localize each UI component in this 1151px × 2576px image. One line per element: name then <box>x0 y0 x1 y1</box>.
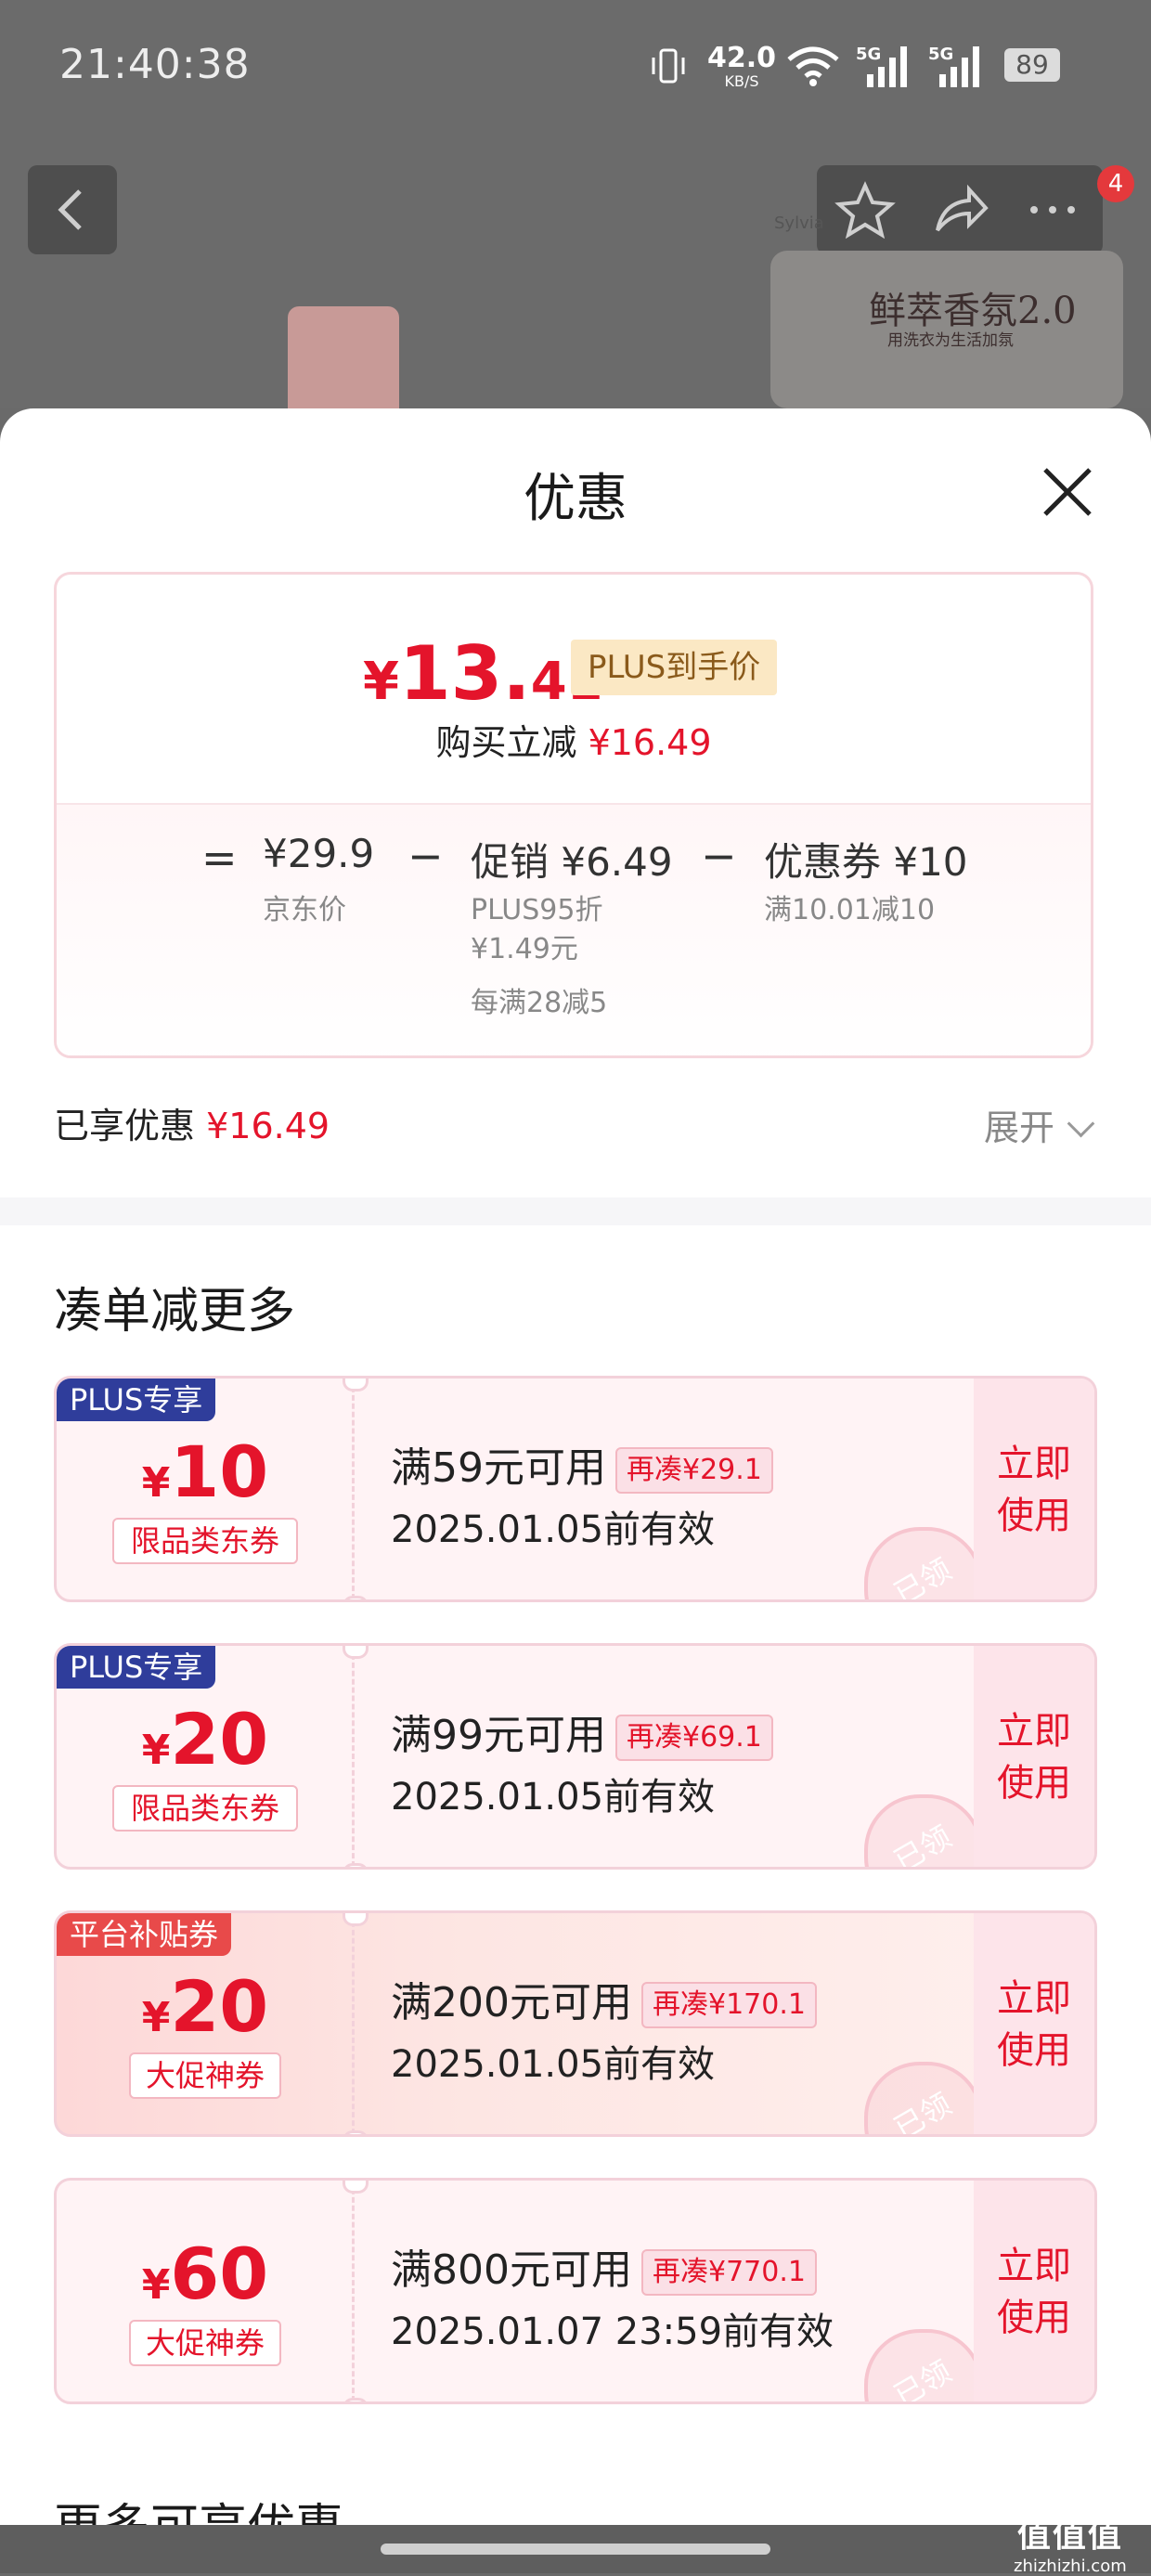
share-icon[interactable] <box>928 178 991 241</box>
status-time: 21:40:38 <box>59 41 251 88</box>
coupon-condition: 满99元可用 再凑¥69.1 <box>391 1702 773 1761</box>
battery-indicator: 89 <box>1004 48 1060 82</box>
coupon-validity: 2025.01.05前有效 <box>391 1508 716 1551</box>
notch <box>343 2398 369 2401</box>
home-indicator[interactable] <box>381 2544 770 2555</box>
promo-banner: Sylvia 鲜萃香氛2.0 用洗衣为生活加氛 <box>770 214 1123 408</box>
coupon-tag: PLUS专享 <box>57 1646 216 1689</box>
notch <box>343 2130 369 2134</box>
jd-price: ¥29.9 <box>263 831 375 876</box>
price-breakdown-card: ¥13.41 PLUS到手价 购买立减 ¥16.49 = ¥29.9 京东价 −… <box>54 572 1093 1058</box>
notch <box>343 1646 369 1659</box>
notch <box>343 1379 369 1392</box>
section-divider <box>0 1197 1151 1225</box>
coupon-validity: 2025.01.07 23:59前有效 <box>391 2311 834 2353</box>
watermark: 值值值 zhizhizhi.com <box>1014 2517 1127 2576</box>
notch <box>343 1913 369 1926</box>
coupon-value: ¥60 <box>141 2233 269 2315</box>
banner-brand: Sylvia <box>774 214 824 233</box>
top-up-badge: 再凑¥170.1 <box>640 1982 817 2028</box>
final-price: ¥13.41 <box>363 630 603 717</box>
coupon-type: 限品类东券 <box>112 1518 298 1564</box>
perforation <box>352 1913 355 2134</box>
use-now-button[interactable]: 立即使用 <box>974 1913 1094 2134</box>
coupon-card[interactable]: 平台补贴券 ¥20 大促神券 满200元可用 再凑¥170.1 2025.01.0… <box>54 1910 1097 2137</box>
svg-text:5G: 5G <box>928 45 953 64</box>
jd-price-label: 京东价 <box>263 894 346 926</box>
coupon-card[interactable]: PLUS专享 ¥20 限品类东券 满99元可用 再凑¥69.1 2025.01.0… <box>54 1643 1097 1870</box>
use-now-button[interactable]: 立即使用 <box>974 1379 1094 1599</box>
discount-sheet: 优惠 ¥13.41 PLUS到手价 购买立减 ¥16.49 = ¥29.9 京东… <box>0 408 1151 2556</box>
svg-text:5G: 5G <box>856 45 881 64</box>
coupon-type: 大促神券 <box>129 2320 281 2366</box>
notch <box>343 2181 369 2194</box>
promo-amount: 促销 ¥6.49 <box>471 839 673 885</box>
coupon-type: 大促神券 <box>129 2052 281 2099</box>
claimed-stamp: 已领 <box>864 2329 983 2401</box>
top-action-group <box>817 165 1103 254</box>
claimed-stamp: 已领 <box>864 1794 983 1867</box>
banner-subtitle: 用洗衣为生活加氛 <box>887 331 1014 350</box>
coupon-value: ¥10 <box>141 1430 269 1513</box>
favorite-star-icon[interactable] <box>834 178 897 241</box>
top-up-badge: 再凑¥29.1 <box>615 1447 773 1494</box>
coupon-type: 限品类东券 <box>112 1785 298 1832</box>
promo-detail-1: PLUS95折 <box>471 894 603 926</box>
notch <box>343 1596 369 1599</box>
coupon-card[interactable]: ¥60 大促神券 满800元可用 再凑¥770.1 2025.01.07 23:5… <box>54 2178 1097 2404</box>
product-image <box>288 306 399 408</box>
purchase-reduction: 购买立减 ¥16.49 <box>435 722 712 763</box>
chevron-down-icon[interactable] <box>1067 1109 1095 1138</box>
notch <box>343 1863 369 1867</box>
coupon-value: ¥20 <box>141 1698 269 1780</box>
top-up-badge: 再凑¥69.1 <box>615 1715 773 1761</box>
expand-toggle[interactable]: 展开 <box>984 1099 1054 1150</box>
perforation <box>352 1646 355 1867</box>
coupon-tag: PLUS专享 <box>57 1379 216 1421</box>
coupon-condition: 满59元可用 再凑¥29.1 <box>391 1434 773 1494</box>
sheet-title: 优惠 <box>524 469 627 529</box>
promo-detail-3: 每满28减5 <box>471 987 608 1019</box>
more-icon[interactable] <box>1021 178 1084 241</box>
signal-icon-2: 5G <box>928 45 979 87</box>
vibrate-icon <box>652 48 685 84</box>
section-title: 凑单减更多 <box>54 1284 296 1340</box>
perforation <box>352 2181 355 2401</box>
back-button[interactable] <box>28 165 117 254</box>
coupon-amount: 优惠券 ¥10 <box>764 839 968 885</box>
coupon-validity: 2025.01.05前有效 <box>391 2043 716 2086</box>
coupon-tag: 平台补贴券 <box>57 1913 232 1956</box>
coupon-condition: 满200元可用 再凑¥170.1 <box>391 1969 817 2028</box>
promo-detail-2: ¥1.49元 <box>471 933 578 965</box>
top-up-badge: 再凑¥770.1 <box>640 2249 817 2296</box>
coupon-card[interactable]: PLUS专享 ¥10 限品类东券 满59元可用 再凑¥29.1 2025.01.0… <box>54 1376 1097 1602</box>
signal-icon: 5G <box>856 45 907 87</box>
network-speed: 42.0 KB/S <box>707 42 777 90</box>
coupon-detail: 满10.01减10 <box>764 894 936 926</box>
claimed-stamp: 已领 <box>864 2062 983 2134</box>
close-icon[interactable] <box>1040 464 1095 520</box>
coupon-value: ¥20 <box>141 1965 269 2048</box>
back-arrow-icon <box>58 189 82 230</box>
claimed-stamp: 已领 <box>864 1527 983 1599</box>
perforation <box>352 1379 355 1599</box>
minus-sign: − <box>407 831 444 881</box>
enjoyed-discount: 已享优惠 ¥16.49 <box>54 1106 330 1146</box>
status-bar: 21:40:38 42.0 KB/S 5G 5G 89 <box>0 0 1151 139</box>
coupon-validity: 2025.01.05前有效 <box>391 1776 716 1819</box>
wifi-icon <box>787 46 839 86</box>
use-now-button[interactable]: 立即使用 <box>974 2181 1094 2401</box>
coupon-condition: 满800元可用 再凑¥770.1 <box>391 2236 817 2296</box>
equals-sign: = <box>201 833 238 883</box>
minus-sign-2: − <box>701 831 737 881</box>
plus-price-tag: PLUS到手价 <box>571 640 778 695</box>
notification-badge: 4 <box>1097 165 1134 202</box>
use-now-button[interactable]: 立即使用 <box>974 1646 1094 1867</box>
